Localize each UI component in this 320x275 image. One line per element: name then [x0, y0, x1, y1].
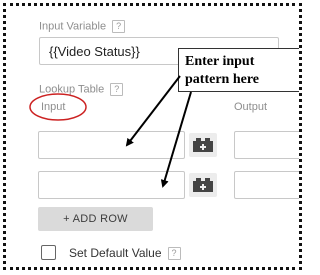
- screenshot-frame: Input Variable? {{Video Status}} Lookup …: [3, 3, 302, 270]
- highlight-ellipse: [29, 93, 87, 121]
- annotation-arrow: [160, 91, 192, 188]
- annotation-arrow: [125, 75, 181, 147]
- annotation-overlay: [29, 75, 192, 188]
